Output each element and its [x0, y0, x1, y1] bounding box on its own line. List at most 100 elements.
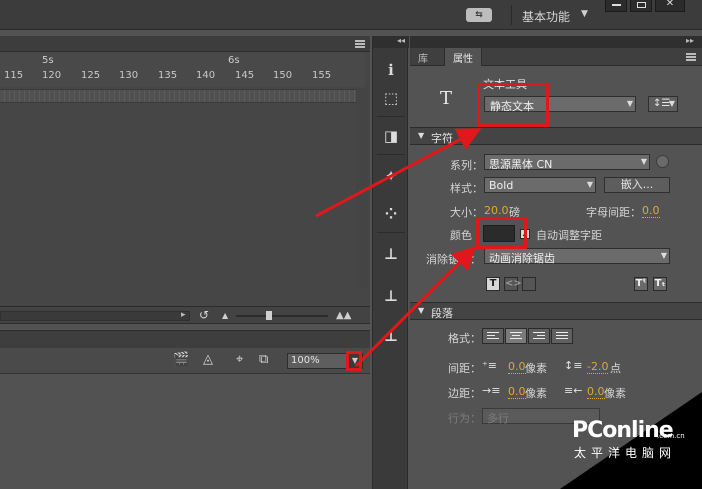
- antialias-label: 消除锯齿：: [426, 253, 481, 266]
- stage-toolbar: 🎬 ◬ ⌖ ⧉ 100% ▼: [0, 348, 370, 374]
- panel-menu-icon[interactable]: [686, 53, 696, 61]
- text-direction-button[interactable]: ↕☰ ▼: [648, 96, 678, 112]
- top-bar-divider: [511, 5, 512, 25]
- library-panel-icon[interactable]: ◨: [381, 126, 401, 146]
- timeline-frame-row[interactable]: [0, 89, 365, 103]
- strip-divider: [377, 154, 405, 155]
- close-icon: ✕: [665, 0, 675, 9]
- stage-zoom-value: 100%: [291, 355, 320, 366]
- center-stage-icon[interactable]: ⌖: [236, 352, 243, 367]
- stage-canvas[interactable]: [0, 375, 370, 489]
- frame-number: 150: [273, 70, 293, 81]
- letter-spacing-value[interactable]: 0.0: [642, 205, 660, 218]
- indent-value[interactable]: 0.0: [508, 361, 526, 374]
- scroll-right-icon[interactable]: ▸: [181, 310, 186, 320]
- second-marker: 6s: [228, 55, 240, 66]
- tab-library[interactable]: 库: [410, 48, 436, 66]
- letter-spacing-label: 字母间距：: [586, 206, 641, 219]
- motion-presets-icon[interactable]: ⊥: [381, 326, 401, 346]
- highlight-box-text-type: [477, 83, 549, 127]
- properties-header[interactable]: ▸▸: [410, 36, 702, 48]
- embed-button[interactable]: 嵌入...: [604, 177, 670, 193]
- chevron-down-icon[interactable]: ▼: [627, 99, 633, 108]
- timeline-vertical-scrollbar[interactable]: ▲ ▼: [356, 88, 368, 288]
- chevron-down-icon[interactable]: ▼: [669, 99, 675, 108]
- color-panel-icon[interactable]: ✦: [381, 166, 401, 186]
- show-border-toggle[interactable]: [522, 277, 536, 291]
- align-center-button[interactable]: [505, 328, 527, 344]
- text-direction-icon: ↕☰: [653, 98, 671, 109]
- timeline-horizontal-scrollbar[interactable]: ▸: [0, 310, 190, 321]
- paragraph-section-header[interactable]: ▼ 段落: [410, 302, 702, 320]
- align-right-button[interactable]: [528, 328, 550, 344]
- zoom-in-icon[interactable]: ▲▲: [336, 310, 351, 321]
- chevron-down-icon[interactable]: ▼: [661, 251, 667, 260]
- stage-title-bar: [0, 330, 370, 348]
- superscript-toggle[interactable]: Tᵗ: [634, 277, 648, 291]
- close-window-button[interactable]: ✕: [655, 0, 685, 12]
- indent-icon: ⁺≡: [482, 359, 498, 372]
- second-marker: 5s: [42, 55, 54, 66]
- timeline-panel: 5s 6s 115 120 125 130 135 140 145 150 15…: [0, 36, 370, 324]
- frame-number: 120: [42, 70, 62, 81]
- panel-tabs: 库 属性: [410, 48, 702, 66]
- minimize-button[interactable]: [605, 0, 627, 12]
- chevron-down-icon[interactable]: ▼: [587, 180, 593, 189]
- left-margin-value[interactable]: 0.0: [508, 386, 526, 399]
- font-sync-icon[interactable]: [656, 155, 669, 168]
- selectable-text-toggle[interactable]: T: [486, 277, 500, 291]
- collapse-triangle-icon[interactable]: ▼: [418, 131, 424, 140]
- info-panel-icon[interactable]: ℹ: [381, 60, 401, 80]
- loop-icon[interactable]: ↺: [199, 308, 209, 322]
- frame-number: 125: [81, 70, 101, 81]
- collapse-icon[interactable]: ◂◂: [397, 36, 405, 45]
- tab-properties[interactable]: 属性: [444, 48, 482, 66]
- expand-icon[interactable]: ▸▸: [686, 36, 694, 45]
- right-margin-icon: ≡←: [564, 384, 583, 397]
- docked-panels-strip: ◂◂ ℹ ⬚ ◨ ✦ ⁘ ⊥ ⊥ ⊥: [372, 36, 409, 489]
- scene-clapper-icon[interactable]: 🎬: [173, 352, 189, 367]
- timeline-zoom-slider[interactable]: [236, 315, 328, 317]
- behavior-value: 多行: [487, 412, 509, 425]
- render-html-toggle[interactable]: <>: [504, 277, 522, 291]
- workspace-sync-icon[interactable]: ⇆: [466, 8, 492, 22]
- panel-menu-icon[interactable]: [355, 40, 365, 48]
- antialias-select[interactable]: 动画消除锯齿 ▼: [484, 248, 670, 265]
- app-top-bar: ⇆ 基本功能 ▼ ✕: [0, 0, 702, 30]
- format-label: 格式：: [448, 332, 481, 345]
- frame-number: 130: [119, 70, 139, 81]
- margin-label: 边距：: [448, 387, 481, 400]
- highlight-box-zoom: [346, 351, 362, 371]
- justify-button[interactable]: [551, 328, 573, 344]
- frame-number: 135: [158, 70, 178, 81]
- character-section-header[interactable]: ▼ 字符: [410, 127, 702, 145]
- chevron-down-icon[interactable]: ▼: [581, 9, 588, 19]
- section-title: 字符: [431, 132, 453, 145]
- frame-number: 140: [196, 70, 216, 81]
- timeline-ruler[interactable]: 5s 6s 115 120 125 130 135 140 145 150 15…: [0, 53, 365, 87]
- collapse-strip[interactable]: ◂◂: [373, 36, 409, 48]
- font-style-select[interactable]: Bold ▼: [484, 177, 596, 193]
- section-title: 段落: [431, 307, 453, 320]
- timeline-zoom-thumb[interactable]: [266, 311, 272, 320]
- auto-kern-label: 自动调整字距: [536, 229, 602, 242]
- line-spacing-value[interactable]: -2.0: [587, 361, 609, 374]
- align-panel-icon[interactable]: ⊥: [381, 244, 401, 264]
- collapse-triangle-icon[interactable]: ▼: [418, 306, 424, 315]
- font-family-select[interactable]: 思源黑体 CN ▼: [484, 154, 650, 171]
- transform-panel-icon[interactable]: ⬚: [381, 88, 401, 108]
- workspace-switcher-label[interactable]: 基本功能: [522, 8, 570, 25]
- watermark-domain: .com.cn: [657, 432, 685, 440]
- chevron-down-icon[interactable]: ▼: [641, 157, 647, 166]
- components-panel-icon[interactable]: ⊥: [381, 286, 401, 306]
- right-margin-value[interactable]: 0.0: [587, 386, 605, 399]
- subscript-toggle[interactable]: Tₜ: [653, 277, 667, 291]
- align-left-button[interactable]: [482, 328, 504, 344]
- left-margin-unit: 像素: [525, 387, 547, 400]
- swatches-panel-icon[interactable]: ⁘: [381, 204, 401, 224]
- maximize-button[interactable]: [630, 0, 652, 12]
- zoom-out-icon[interactable]: ▲: [222, 311, 228, 320]
- symbol-edit-icon[interactable]: ◬: [203, 352, 213, 367]
- clip-to-stage-icon[interactable]: ⧉: [259, 352, 268, 367]
- timeline-header: [0, 36, 370, 52]
